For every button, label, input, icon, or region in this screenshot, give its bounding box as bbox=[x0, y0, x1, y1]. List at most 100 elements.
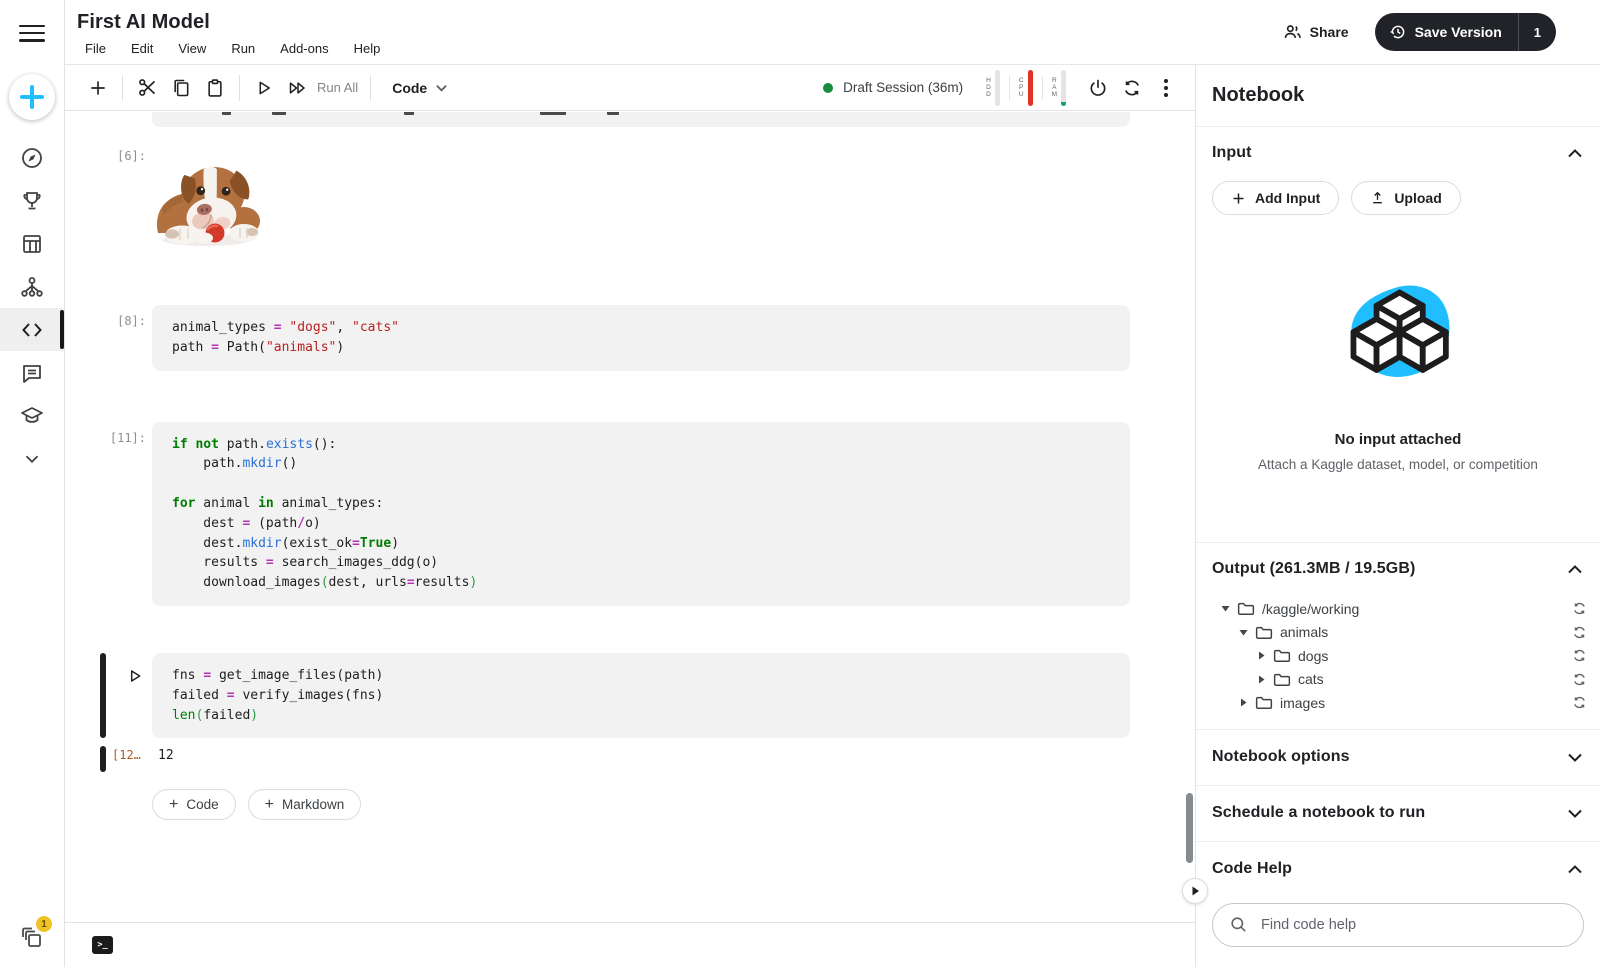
tree-row-working[interactable]: /kaggle/working bbox=[1196, 597, 1600, 621]
run-all-button[interactable] bbox=[281, 71, 315, 105]
notebook-title[interactable]: First AI Model bbox=[77, 11, 380, 34]
caret-right-icon[interactable] bbox=[1255, 675, 1267, 684]
hamburger-menu-icon[interactable] bbox=[19, 20, 45, 46]
datasets-cubes-illustration bbox=[1332, 279, 1464, 395]
sidebar-item-learn[interactable] bbox=[0, 394, 64, 437]
caret-right-icon[interactable] bbox=[1237, 698, 1249, 707]
tree-row-cats[interactable]: cats bbox=[1196, 668, 1600, 692]
refresh-icon[interactable] bbox=[1570, 647, 1588, 665]
caret-down-icon[interactable] bbox=[1219, 605, 1231, 612]
refresh-icon[interactable] bbox=[1570, 600, 1588, 618]
schedule-title: Schedule a notebook to run bbox=[1212, 804, 1425, 822]
sidebar-item-datasets[interactable] bbox=[0, 222, 64, 265]
caret-right-icon[interactable] bbox=[1255, 651, 1267, 660]
terminal-button[interactable]: >_ bbox=[92, 936, 113, 954]
chevron-up-icon bbox=[1568, 149, 1582, 158]
version-history-icon bbox=[1389, 23, 1407, 41]
tree-row-images[interactable]: images bbox=[1196, 691, 1600, 715]
code-editor[interactable]: fns = get_image_files(path)failed = veri… bbox=[152, 653, 1130, 738]
notebook-scrollbar-thumb[interactable] bbox=[1186, 793, 1193, 863]
run-cell-button[interactable] bbox=[247, 71, 281, 105]
menu-view[interactable]: View bbox=[178, 41, 206, 56]
input-section-header[interactable]: Input bbox=[1196, 127, 1600, 179]
tree-row-dogs[interactable]: dogs bbox=[1196, 644, 1600, 668]
schedule-section: Schedule a notebook to run bbox=[1196, 786, 1600, 842]
left-sidebar: 1 bbox=[0, 0, 65, 967]
sidebar-item-code[interactable] bbox=[0, 308, 64, 351]
run-this-cell-button[interactable] bbox=[120, 661, 150, 691]
kebab-menu-icon bbox=[1164, 79, 1168, 97]
caret-down-icon[interactable] bbox=[1237, 629, 1249, 636]
tree-row-animals[interactable]: animals bbox=[1196, 621, 1600, 645]
ram-meter: RAM bbox=[1043, 70, 1075, 106]
add-markdown-cell-button[interactable]: + Markdown bbox=[248, 789, 362, 820]
session-status[interactable]: Draft Session (36m) bbox=[823, 80, 963, 95]
add-cell-button[interactable] bbox=[81, 71, 115, 105]
refresh-icon[interactable] bbox=[1570, 694, 1588, 712]
clipboard-icon bbox=[205, 78, 225, 98]
paste-cell-button[interactable] bbox=[198, 71, 232, 105]
save-version-button[interactable]: Save Version 1 bbox=[1375, 13, 1556, 51]
cut-cell-button[interactable] bbox=[130, 71, 164, 105]
menu-help[interactable]: Help bbox=[354, 41, 381, 56]
chevron-down-icon bbox=[21, 448, 43, 470]
notebook-options-title: Notebook options bbox=[1212, 748, 1350, 766]
share-people-icon bbox=[1282, 22, 1302, 42]
add-input-button[interactable]: Add Input bbox=[1212, 181, 1339, 215]
folder-icon bbox=[1237, 601, 1255, 616]
add-markdown-label: Markdown bbox=[282, 797, 344, 812]
notebook-options-section: Notebook options bbox=[1196, 730, 1600, 786]
code-help-header[interactable]: Code Help bbox=[1196, 842, 1600, 897]
menu-file[interactable]: File bbox=[85, 41, 106, 56]
editor-bottom-bar: >_ bbox=[65, 922, 1195, 967]
output-section-header[interactable]: Output (261.3MB / 19.5GB) bbox=[1196, 543, 1600, 595]
upload-button[interactable]: Upload bbox=[1351, 181, 1460, 215]
restart-session-button[interactable] bbox=[1115, 71, 1149, 105]
sidebar-item-home[interactable] bbox=[0, 136, 64, 179]
power-icon bbox=[1088, 78, 1108, 98]
tree-label: animals bbox=[1280, 624, 1570, 640]
menu-edit[interactable]: Edit bbox=[131, 41, 153, 56]
menu-run[interactable]: Run bbox=[231, 41, 255, 56]
output-prompt: [12… bbox=[65, 748, 152, 763]
notebook-options-header[interactable]: Notebook options bbox=[1196, 730, 1600, 785]
run-all-label[interactable]: Run All bbox=[317, 80, 358, 95]
code-help-search-input[interactable] bbox=[1261, 917, 1567, 933]
events-count-badge: 1 bbox=[36, 916, 52, 932]
notebook-editor-area: Run All Code Draft Session (36m) HDD bbox=[65, 65, 1195, 967]
hdd-label: HDD bbox=[986, 77, 991, 98]
cell-selection-bar bbox=[100, 653, 106, 738]
cells-scroll-area[interactable]: [6]: bbox=[65, 111, 1195, 922]
version-count[interactable]: 1 bbox=[1518, 13, 1556, 51]
sidebar-item-models[interactable] bbox=[0, 265, 64, 308]
discussion-icon bbox=[20, 361, 44, 385]
graduation-cap-icon bbox=[20, 404, 44, 428]
play-outline-icon bbox=[127, 668, 143, 684]
top-header: First AI Model File Edit View Run Add-on… bbox=[65, 0, 1600, 65]
folder-icon bbox=[1273, 672, 1291, 687]
sidebar-item-discussions[interactable] bbox=[0, 351, 64, 394]
no-input-subtitle: Attach a Kaggle dataset, model, or compe… bbox=[1258, 457, 1538, 472]
folder-icon bbox=[1273, 648, 1291, 663]
menu-addons[interactable]: Add-ons bbox=[280, 41, 328, 56]
refresh-icon[interactable] bbox=[1570, 670, 1588, 688]
more-options-button[interactable] bbox=[1149, 71, 1183, 105]
code-editor[interactable]: animal_types = "dogs", "cats"path = Path… bbox=[152, 305, 1130, 371]
sidebar-item-more[interactable] bbox=[0, 437, 64, 480]
cell-prompt: [11]: bbox=[65, 422, 152, 606]
tree-label: /kaggle/working bbox=[1262, 601, 1570, 617]
add-code-cell-button[interactable]: + Code bbox=[152, 789, 236, 820]
cell-type-dropdown[interactable]: Code bbox=[392, 80, 447, 96]
code-editor[interactable]: if not path.exists(): path.mkdir() for a… bbox=[152, 422, 1130, 606]
panel-collapse-button[interactable] bbox=[1182, 878, 1208, 904]
clipped-code-cell[interactable] bbox=[152, 112, 1130, 127]
schedule-header[interactable]: Schedule a notebook to run bbox=[1196, 786, 1600, 841]
share-button[interactable]: Share bbox=[1282, 22, 1349, 42]
create-button[interactable] bbox=[9, 74, 55, 120]
active-events-button[interactable]: 1 bbox=[19, 925, 45, 951]
refresh-icon[interactable] bbox=[1570, 623, 1588, 641]
folder-icon bbox=[1255, 625, 1273, 640]
stop-session-button[interactable] bbox=[1081, 71, 1115, 105]
sidebar-item-competitions[interactable] bbox=[0, 179, 64, 222]
copy-cell-button[interactable] bbox=[164, 71, 198, 105]
